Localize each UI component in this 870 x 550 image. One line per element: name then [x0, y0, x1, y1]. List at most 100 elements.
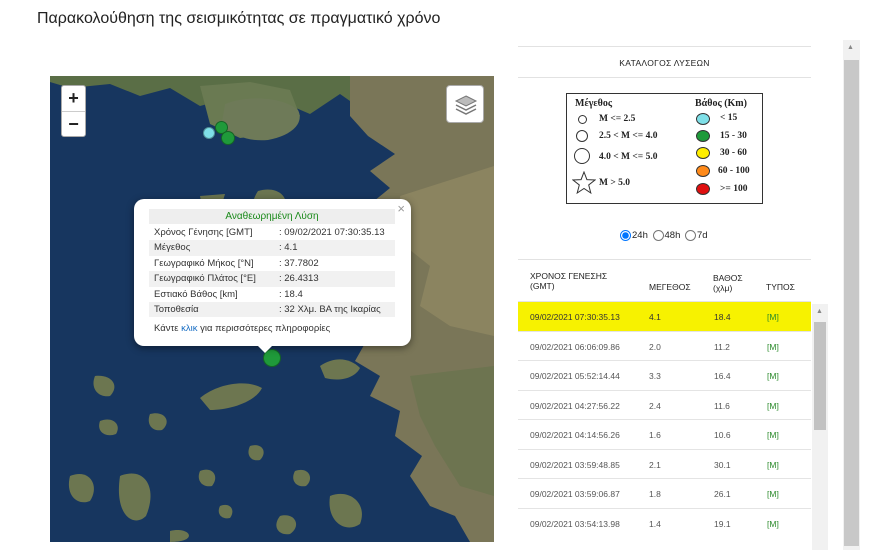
cell-depth: 26.1 [714, 489, 731, 499]
timespan-7d-radio[interactable] [685, 230, 696, 241]
cell-time: 09/02/2021 03:59:06.87 [530, 489, 620, 499]
earthquake-marker[interactable] [221, 131, 235, 145]
table-row[interactable]: 09/02/2021 05:52:14.44 3.3 16.4 [M] [518, 360, 811, 390]
table-header: ΧΡΟΝΟΣ ΓΕΝΕΣΗΣ (GMT) ΜΕΓΕΘΟΣ ΒΑΘΟΣ (χλμ)… [518, 259, 811, 301]
cell-depth: 19.1 [714, 518, 731, 529]
depth-swatch [696, 130, 710, 142]
page-scrollbar[interactable]: ▲ [843, 40, 860, 550]
table-row[interactable]: 09/02/2021 03:54:13.98 1.4 19.1 [M] [518, 507, 811, 538]
timespan-24h-radio[interactable] [620, 230, 631, 241]
depth-swatch [696, 165, 710, 177]
table-row[interactable]: 09/02/2021 06:06:09.86 2.0 11.2 [M] [518, 330, 811, 361]
magnitude-circle-small [578, 115, 587, 124]
table-scrollbar[interactable]: ▲ [812, 304, 828, 550]
timespan-24h[interactable]: 24h [620, 230, 648, 241]
legend-depth-item: >= 100 [720, 184, 748, 194]
cell-type: [M] [767, 312, 779, 322]
cell-type: [M] [767, 459, 779, 470]
legend-magnitude-item: 2.5 < M <= 4.0 [599, 131, 658, 141]
cell-depth: 30.1 [714, 459, 731, 470]
popup-more-info: Κάντε κλικ για περισσότερες πληροφορίες [154, 323, 331, 334]
timespan-7d[interactable]: 7d [685, 230, 708, 241]
legend-depth-item: < 15 [720, 113, 738, 123]
earthquake-popup: × Αναθεωρημένη Λύση Χρόνος Γένησης [GMT]… [134, 199, 411, 346]
cell-magnitude: 4.1 [649, 312, 661, 322]
popup-tip [256, 344, 274, 353]
timespan-selector: 24h 48h 7d [620, 230, 710, 241]
popup-row: Γεωγραφικό Πλάτος [°E]: 26.4313 [149, 271, 395, 287]
table-row[interactable]: 09/02/2021 04:27:56.22 2.4 11.6 [M] [518, 389, 811, 420]
depth-swatch [696, 183, 710, 195]
depth-swatch [696, 113, 710, 125]
table-row[interactable]: 09/02/2021 04:14:56.26 1.6 10.6 [M] [518, 419, 811, 449]
table-row[interactable]: 09/02/2021 03:59:06.87 1.8 26.1 [M] [518, 478, 811, 508]
popup-close-button[interactable]: × [397, 201, 405, 216]
cell-type: [M] [767, 341, 779, 352]
legend-depth-item: 15 - 30 [720, 131, 747, 141]
cell-magnitude: 2.0 [649, 341, 661, 352]
cell-type: [M] [767, 430, 779, 440]
cell-magnitude: 1.8 [649, 489, 661, 499]
popup-row: Εστιακό Βάθος [km]: 18.4 [149, 286, 395, 302]
cell-magnitude: 2.1 [649, 459, 661, 470]
zoom-out-button[interactable]: − [62, 111, 85, 136]
legend-depth-item: 30 - 60 [720, 148, 747, 158]
cell-time: 09/02/2021 04:14:56.26 [530, 430, 620, 440]
popup-details: Χρόνος Γένησης [GMT]: 09/02/2021 07:30:3… [149, 225, 395, 318]
cell-time: 09/02/2021 06:06:09.86 [530, 341, 620, 352]
legend-magnitude-title: Μέγεθος [575, 98, 613, 109]
legend: Μέγεθος Βάθος (Km) M <= 2.5 2.5 < M <= 4… [566, 93, 763, 204]
header-magnitude[interactable]: ΜΕΓΕΘΟΣ [649, 282, 691, 292]
table-row[interactable]: 09/02/2021 07:30:35.13 4.1 18.4 [M] [518, 301, 811, 331]
header-type[interactable]: ΤΥΠΟΣ [766, 282, 795, 292]
legend-depth-item: 60 - 100 [718, 166, 750, 176]
header-time[interactable]: ΧΡΟΝΟΣ ΓΕΝΕΣΗΣ (GMT) [530, 271, 620, 291]
cell-time: 09/02/2021 07:30:35.13 [530, 312, 620, 322]
page-scroll-thumb[interactable] [844, 60, 859, 546]
magnitude-circle-large [574, 148, 590, 164]
cell-time: 09/02/2021 05:52:14.44 [530, 371, 620, 381]
legend-magnitude-item: 4.0 < M <= 5.0 [599, 152, 658, 162]
cell-time: 09/02/2021 03:54:13.98 [530, 518, 620, 529]
cell-depth: 18.4 [714, 312, 731, 322]
layers-button[interactable] [446, 85, 484, 123]
cell-magnitude: 2.4 [649, 400, 661, 411]
cell-type: [M] [767, 371, 779, 381]
popup-header: Αναθεωρημένη Λύση [149, 209, 395, 224]
cell-type: [M] [767, 518, 779, 529]
cell-depth: 11.6 [714, 400, 730, 411]
table-scroll-thumb[interactable] [814, 322, 826, 430]
layers-icon [454, 95, 478, 115]
cell-depth: 10.6 [714, 430, 731, 440]
header-depth[interactable]: ΒΑΘΟΣ (χλμ) [713, 273, 753, 293]
popup-row: Γεωγραφικό Μήκος [°N]: 37.7802 [149, 255, 395, 272]
cell-depth: 11.2 [714, 341, 730, 352]
page-title: Παρακολούθηση της σεισμικότητας σε πραγμ… [37, 10, 441, 27]
popup-row: Τοποθεσία: 32 Χλμ. ΒΑ της Ικαρίας [149, 301, 395, 318]
zoom-in-button[interactable]: + [62, 86, 85, 111]
timespan-48h[interactable]: 48h [652, 230, 680, 241]
cell-type: [M] [767, 400, 779, 411]
magnitude-circle-medium [576, 130, 588, 142]
zoom-control: + − [61, 85, 86, 137]
cell-magnitude: 1.4 [649, 518, 661, 529]
page-scroll-up-icon[interactable]: ▲ [847, 44, 854, 51]
cell-time: 09/02/2021 04:27:56.22 [530, 400, 620, 411]
cell-type: [M] [767, 489, 779, 499]
timespan-48h-radio[interactable] [652, 230, 664, 241]
table-row[interactable]: 09/02/2021 03:59:48.85 2.1 30.1 [M] [518, 448, 811, 479]
cell-magnitude: 1.6 [649, 430, 661, 440]
catalog-title: ΚΑΤΑΛΟΓΟΣ ΛΥΣΕΩΝ [518, 46, 811, 78]
popup-more-link[interactable]: κλικ [181, 323, 197, 334]
legend-magnitude-item: M <= 2.5 [599, 114, 636, 124]
cell-magnitude: 3.3 [649, 371, 661, 381]
legend-magnitude-item: M > 5.0 [599, 178, 631, 188]
popup-row: Μέγεθος: 4.1 [149, 240, 395, 256]
depth-swatch [696, 147, 710, 159]
catalog-table: ΧΡΟΝΟΣ ΓΕΝΕΣΗΣ (GMT) ΜΕΓΕΘΟΣ ΒΑΘΟΣ (χλμ)… [518, 259, 811, 537]
legend-depth-title: Βάθος (Km) [695, 98, 747, 109]
table-scroll-up-icon[interactable]: ▲ [816, 308, 823, 315]
cell-time: 09/02/2021 03:59:48.85 [530, 459, 620, 470]
earthquake-marker[interactable] [203, 127, 215, 139]
popup-row: Χρόνος Γένησης [GMT]: 09/02/2021 07:30:3… [149, 225, 395, 241]
